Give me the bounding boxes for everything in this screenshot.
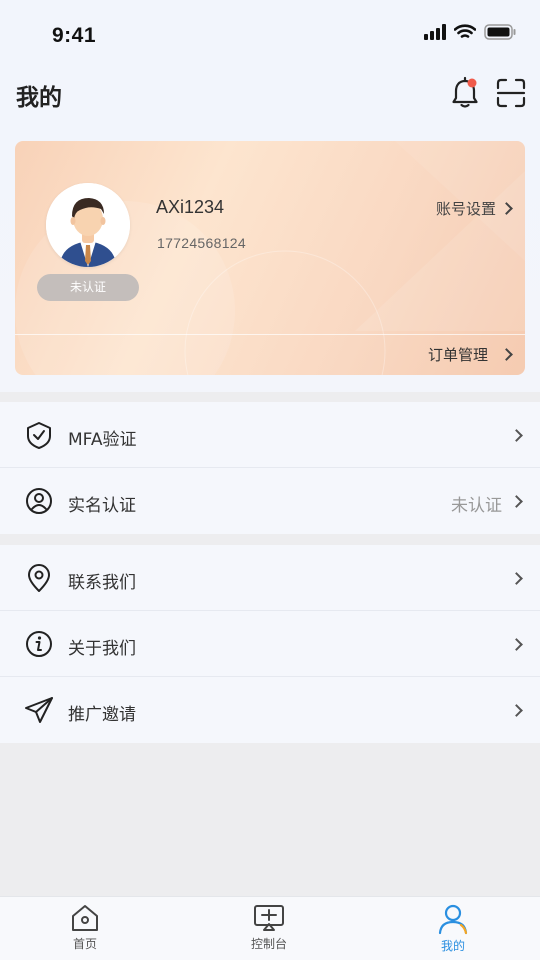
- menu-item-value: 未认证: [451, 496, 502, 516]
- menu-item-real-name[interactable]: 实名认证 未认证: [0, 468, 540, 534]
- order-management-label: 订单管理: [427, 346, 488, 364]
- scan-icon: [496, 78, 526, 108]
- page-title: 我的: [16, 85, 62, 111]
- chevron-right-icon: [510, 429, 523, 442]
- paper-plane-icon: [25, 697, 53, 723]
- menu-item-label: 实名认证: [68, 496, 136, 516]
- menu-item-contact[interactable]: 联系我们: [0, 545, 540, 611]
- chevron-right-icon: [500, 348, 513, 361]
- menu-item-label: MFA验证: [68, 430, 137, 450]
- tab-label: 首页: [72, 937, 97, 951]
- account-settings-link[interactable]: 账号设置: [435, 198, 513, 219]
- tab-label: 控制台: [250, 937, 287, 951]
- status-time: 9:41: [52, 24, 97, 47]
- chevron-right-icon: [510, 704, 523, 717]
- menu-item-invite[interactable]: 推广邀请: [0, 677, 540, 743]
- order-management-link[interactable]: 订单管理: [427, 344, 513, 365]
- bell-icon: [452, 76, 478, 108]
- avatar[interactable]: [46, 183, 130, 267]
- chevron-right-icon: [500, 202, 513, 215]
- home-icon: [72, 905, 98, 931]
- avatar-illustration: [46, 183, 130, 267]
- account-settings-label: 账号设置: [435, 200, 496, 218]
- status-bar: 9:41: [0, 0, 540, 70]
- header: 我的: [0, 70, 540, 120]
- username: AXi1234: [156, 197, 225, 217]
- signal-icon: [424, 24, 446, 40]
- tab-console[interactable]: 控制台: [224, 903, 314, 952]
- scan-button[interactable]: [496, 78, 526, 108]
- notification-button[interactable]: [450, 76, 480, 110]
- chevron-right-icon: [510, 495, 523, 508]
- menu-item-mfa[interactable]: MFA验证: [0, 402, 540, 468]
- notification-badge: [467, 78, 477, 88]
- location-pin-icon: [28, 564, 50, 592]
- tab-label: 我的: [440, 939, 465, 953]
- verify-status-badge: 未认证: [37, 274, 139, 301]
- user-circle-icon: [26, 488, 52, 514]
- profile-card[interactable]: 未认证 AXi1234 17724568124 账号设置 订单管理: [15, 141, 525, 375]
- wifi-icon: [454, 24, 476, 38]
- info-icon: [26, 631, 52, 657]
- tab-home[interactable]: 首页: [40, 903, 130, 952]
- chevron-right-icon: [510, 638, 523, 651]
- console-icon: [254, 905, 284, 931]
- chevron-right-icon: [510, 572, 523, 585]
- tab-bar: 首页 控制台 我的: [0, 896, 540, 960]
- tab-profile[interactable]: 我的: [408, 903, 498, 954]
- menu-item-label: 联系我们: [68, 573, 136, 593]
- menu-item-label: 推广邀请: [68, 705, 136, 725]
- menu-group-about: 联系我们 关于我们 推广邀请: [0, 545, 540, 743]
- status-icons: [424, 24, 516, 40]
- menu-item-label: 关于我们: [68, 639, 136, 659]
- card-divider: [15, 334, 525, 335]
- profile-icon: [438, 904, 468, 935]
- menu-item-about[interactable]: 关于我们: [0, 611, 540, 677]
- battery-icon: [484, 24, 516, 40]
- phone-number: 17724568124: [157, 235, 246, 251]
- menu-group-security: MFA验证 实名认证 未认证: [0, 402, 540, 534]
- shield-check-icon: [27, 422, 51, 449]
